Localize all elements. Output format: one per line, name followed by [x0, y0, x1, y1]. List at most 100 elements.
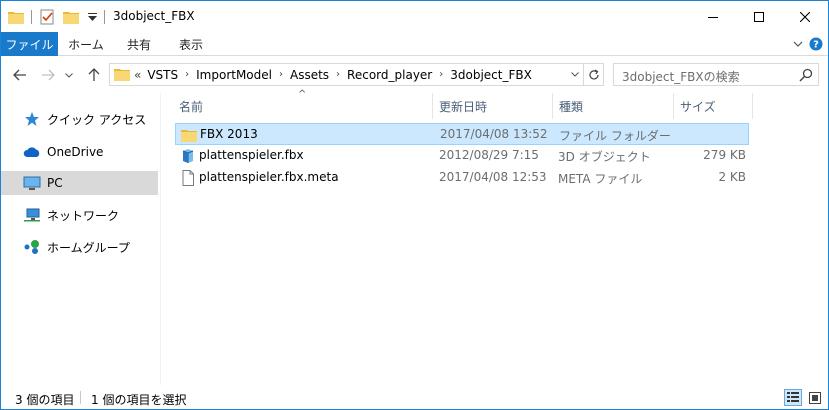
close-icon [800, 11, 810, 22]
chevron-right-icon[interactable]: › [439, 69, 443, 80]
details-view-button[interactable] [784, 389, 802, 406]
table-row[interactable]: plattenspieler.fbx.meta 2017/04/08 12:53… [175, 167, 749, 189]
expand-ribbon-chevron-icon[interactable] [788, 36, 808, 52]
help-icon[interactable]: ? [808, 36, 824, 52]
navigation-pane: クイック アクセス OneDrive PC ネットワーク ホームグループ [1, 93, 160, 385]
status-bar: 3 個の項目 1 個の項目を選択 [1, 385, 828, 409]
chevron-right-icon[interactable]: › [279, 69, 283, 80]
close-button[interactable] [782, 1, 828, 32]
status-separator [80, 391, 81, 404]
tab-home[interactable]: ホーム [63, 32, 109, 56]
sidebar-item-quick-access[interactable]: クイック アクセス [1, 107, 158, 131]
back-button[interactable] [11, 67, 29, 83]
qat-separator [31, 10, 32, 24]
minimize-button[interactable] [690, 1, 736, 32]
customize-qat-dropdown-icon[interactable] [86, 8, 98, 26]
sidebar-item-onedrive[interactable]: OneDrive [1, 140, 158, 164]
breadcrumb: « VSTS › ImportModel › Assets › Record_p… [134, 64, 532, 85]
details-view-icon [787, 392, 799, 402]
forward-button[interactable] [39, 67, 57, 83]
properties-icon[interactable] [38, 8, 56, 26]
large-icons-view-icon [809, 391, 821, 404]
file-list: ^ 名前 更新日時 種類 サイズ FBX 2013 2017/04/08 13:… [161, 89, 828, 385]
column-header-name[interactable]: 名前 [161, 93, 432, 119]
sidebar-item-label: PC [47, 176, 63, 190]
search-placeholder: 3dobject_FBXの検索 [622, 70, 740, 84]
breadcrumb-item[interactable]: Record_player [347, 68, 432, 82]
title-bar: 3dobject_FBX [1, 1, 828, 32]
refresh-icon [588, 68, 599, 79]
breadcrumb-overflow[interactable]: « [134, 68, 141, 82]
sidebar-item-pc[interactable]: PC [1, 171, 158, 195]
file-size: 279 KB [703, 148, 746, 162]
sidebar-item-homegroup[interactable]: ホームグループ [1, 235, 158, 259]
chevron-down-icon [65, 72, 73, 78]
address-dropdown-button[interactable] [567, 64, 583, 85]
tab-file[interactable]: ファイル [1, 32, 58, 56]
breadcrumb-item[interactable]: ImportModel [196, 68, 272, 82]
recent-locations-button[interactable] [63, 67, 75, 83]
onedrive-cloud-icon [23, 144, 41, 160]
minimize-icon [708, 16, 718, 18]
file-date: 2017/04/08 12:53 [439, 170, 547, 184]
refresh-button[interactable] [583, 64, 603, 85]
sidebar-item-label: クイック アクセス [47, 112, 147, 127]
chevron-right-icon[interactable]: › [185, 69, 189, 80]
tab-view[interactable]: 表示 [169, 32, 213, 56]
window-title: 3dobject_FBX [113, 9, 195, 23]
quick-access-star-icon [23, 111, 41, 127]
forward-arrow-icon [42, 69, 55, 81]
chevron-right-icon[interactable]: › [336, 69, 340, 80]
column-header-type[interactable]: 種類 [553, 93, 673, 119]
back-arrow-icon [13, 69, 26, 81]
new-folder-icon[interactable] [62, 8, 80, 26]
file-type: META ファイル [558, 172, 643, 186]
generic-file-icon [182, 170, 194, 186]
column-separator[interactable] [752, 93, 753, 119]
network-icon [23, 207, 41, 223]
file-name: FBX 2013 [200, 127, 258, 141]
column-header-size[interactable]: サイズ [674, 93, 752, 119]
qat-separator [104, 10, 105, 24]
file-type: 3D オブジェクト [558, 150, 651, 164]
ribbon-tabs: ファイル ホーム 共有 表示 ? [1, 32, 828, 56]
folder-icon [114, 69, 130, 81]
navigation-bar: « VSTS › ImportModel › Assets › Record_p… [1, 57, 828, 93]
svg-text:?: ? [813, 40, 819, 51]
file-date: 2017/04/08 13:52 [440, 127, 548, 141]
chevron-down-icon [571, 72, 579, 77]
status-item-count: 3 個の項目 [15, 393, 75, 407]
table-row[interactable]: plattenspieler.fbx 2012/08/29 7:15 3D オブ… [175, 145, 749, 167]
large-icons-view-button[interactable] [806, 389, 824, 406]
file-name: plattenspieler.fbx [199, 148, 304, 162]
maximize-icon [754, 11, 764, 22]
ribbon-controls: ? [788, 36, 824, 52]
column-header-date[interactable]: 更新日時 [433, 93, 552, 119]
file-date: 2012/08/29 7:15 [439, 148, 539, 162]
file-size: 2 KB [718, 170, 746, 184]
sidebar-item-label: ネットワーク [47, 208, 120, 223]
breadcrumb-item[interactable]: VSTS [147, 68, 178, 82]
file-name: plattenspieler.fbx.meta [199, 170, 339, 184]
search-input[interactable]: 3dobject_FBXの検索 [613, 63, 819, 86]
tab-share[interactable]: 共有 [117, 32, 161, 56]
folder-icon [181, 130, 197, 142]
breadcrumb-item[interactable]: Assets [290, 68, 329, 82]
sidebar-item-network[interactable]: ネットワーク [1, 203, 158, 227]
folder-icon[interactable] [7, 8, 25, 26]
breadcrumb-item[interactable]: 3dobject_FBX [450, 68, 532, 82]
maximize-button[interactable] [736, 1, 782, 32]
pc-monitor-icon [23, 175, 41, 191]
3d-object-file-icon [182, 149, 194, 163]
quick-access-toolbar [7, 7, 111, 27]
address-bar[interactable]: « VSTS › ImportModel › Assets › Record_p… [109, 63, 604, 86]
sidebar-item-label: OneDrive [47, 145, 104, 159]
homegroup-icon [23, 239, 41, 255]
status-selected-count: 1 個の項目を選択 [91, 393, 187, 407]
table-row[interactable]: FBX 2013 2017/04/08 13:52 ファイル フォルダー [175, 123, 749, 145]
explorer-window: 3dobject_FBX ファイル ホーム 共有 表示 ? « VSTS › I… [0, 0, 829, 410]
up-button[interactable] [85, 67, 103, 83]
search-icon[interactable] [798, 67, 814, 83]
up-arrow-icon [88, 68, 100, 81]
sidebar-item-label: ホームグループ [47, 240, 130, 255]
